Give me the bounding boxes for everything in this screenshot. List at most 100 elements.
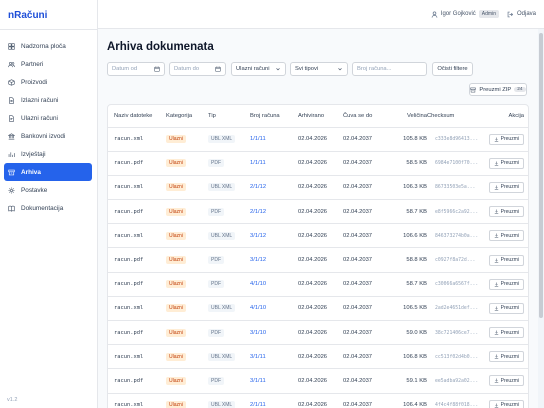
invoice-search-input[interactable]: Broj računa...: [352, 62, 427, 76]
type-cell: PDF: [208, 320, 250, 346]
date-from-input[interactable]: Datum od: [107, 62, 165, 76]
user-menu[interactable]: Igor Gojković Admin: [431, 10, 499, 18]
book-icon: [8, 205, 15, 212]
sidebar-item-izlazni-ra-uni[interactable]: Izlazni računi: [4, 91, 92, 109]
invoice-number-cell[interactable]: 3/1/11: [250, 368, 298, 394]
invoice-number-cell[interactable]: 1/1/11: [250, 151, 298, 176]
download-icon: [494, 233, 498, 238]
download-button[interactable]: Preuzmi: [488, 302, 524, 314]
sidebar-item-izvje-taji[interactable]: Izvještaji: [4, 145, 92, 163]
category-cell: Ulazni: [166, 272, 208, 297]
date-to-input[interactable]: Datum do: [169, 62, 226, 76]
invoice-number-link[interactable]: 1/1/11: [250, 160, 266, 166]
download-button[interactable]: Preuzmi: [488, 133, 524, 145]
sidebar-item-ulazni-ra-uni[interactable]: Ulazni računi: [4, 109, 92, 127]
type-badge: UBL XML: [208, 401, 236, 408]
chevron-down-icon: [276, 68, 280, 71]
checksum-cell: 846373274b0a...: [427, 223, 487, 249]
size-cell: 106.3 KB: [386, 175, 427, 201]
user-icon: [431, 11, 438, 18]
invoice-number-link[interactable]: 1/1/11: [250, 136, 266, 142]
invoice-number-link[interactable]: 3/1/12: [250, 257, 266, 263]
category-badge: Ulazni: [166, 280, 186, 289]
invoice-number-link[interactable]: 2/1/12: [250, 209, 266, 215]
retention-date-cell: 02.04.2037: [343, 175, 386, 201]
invoice-number-link[interactable]: 2/1/11: [250, 402, 266, 408]
invoice-number-link[interactable]: 3/1/11: [250, 378, 266, 384]
download-icon: [494, 137, 498, 142]
invoice-number-link[interactable]: 3/1/12: [250, 233, 266, 239]
checksum: c333e8d96413...: [435, 137, 479, 143]
sidebar-item-dokumentacija[interactable]: Dokumentacija: [4, 199, 92, 217]
action-cell: Preuzmi: [487, 296, 528, 322]
invoice-number-link[interactable]: 3/1/10: [250, 330, 266, 336]
category-badge: Ulazni: [166, 352, 186, 361]
logout-label: Odjava: [516, 11, 536, 17]
invoice-number-cell[interactable]: 2/1/12: [250, 199, 298, 225]
type-badge: PDF: [208, 280, 224, 289]
invoice-number-cell[interactable]: 4/1/10: [250, 272, 298, 297]
sidebar-item-bankovni-izvodi[interactable]: Bankovni izvodi: [4, 127, 92, 145]
download-button[interactable]: Preuzmi: [488, 327, 524, 339]
invoice-number-cell[interactable]: 2/1/12: [250, 175, 298, 201]
checksum: c30066a6567f...: [435, 282, 479, 288]
sidebar-item-nadzorna-plo-a[interactable]: Nadzorna ploča: [4, 37, 92, 55]
category-cell: Ulazni: [166, 175, 208, 201]
download-button[interactable]: Preuzmi: [488, 351, 524, 363]
invoice-number-cell[interactable]: 3/1/12: [250, 247, 298, 273]
category-cell: Ulazni: [166, 393, 208, 408]
invoice-number-cell[interactable]: 2/1/11: [250, 393, 298, 408]
logout-button[interactable]: Odjava: [507, 11, 536, 18]
download-button[interactable]: Preuzmi: [488, 399, 524, 408]
checksum-cell: 2ad2e4651def...: [427, 296, 487, 322]
type-select[interactable]: Svi tipovi: [290, 62, 348, 76]
download-button[interactable]: Preuzmi: [488, 230, 524, 242]
action-cell: Preuzmi: [487, 272, 528, 297]
size-cell: 106.4 KB: [386, 393, 427, 408]
clear-filters-button[interactable]: Očisti filtere: [432, 62, 473, 76]
size-cell: 106.5 KB: [386, 296, 427, 322]
file-name-cell: racun.pdf: [108, 199, 166, 225]
calendar-icon: [154, 66, 160, 72]
table-row: racun.pdf Ulazni PDF 3/1/11 02.04.2026 02.04.…: [108, 368, 528, 394]
type-cell: UBL XML: [208, 344, 250, 370]
invoice-number-cell[interactable]: 3/1/10: [250, 320, 298, 346]
brand-logo[interactable]: nRačuni: [8, 10, 47, 21]
download-button[interactable]: Preuzmi: [488, 254, 524, 266]
download-button[interactable]: Preuzmi: [488, 278, 524, 290]
sidebar-item-postavke[interactable]: Postavke: [4, 181, 92, 199]
file-name-cell: racun.xml: [108, 223, 166, 249]
download-button[interactable]: Preuzmi: [488, 206, 524, 218]
category-cell: Ulazni: [166, 127, 208, 152]
sidebar-item-proizvodi[interactable]: Proizvodi: [4, 73, 92, 91]
invoice-number-link[interactable]: 3/1/11: [250, 354, 266, 360]
category-cell: Ulazni: [166, 368, 208, 394]
file-name: racun.xml: [114, 184, 144, 191]
sidebar-item-arhiva[interactable]: Arhiva: [4, 163, 92, 181]
archived-date-cell: 02.04.2026: [298, 368, 343, 394]
invoice-number-cell[interactable]: 3/1/12: [250, 223, 298, 249]
download-button[interactable]: Preuzmi: [488, 375, 524, 387]
column-header: Tip: [208, 105, 250, 128]
invoice-number-cell[interactable]: 1/1/11: [250, 127, 298, 152]
download-zip-button[interactable]: Preuzmi ZIP 24: [469, 83, 527, 96]
checksum-cell: c333e8d96413...: [427, 127, 487, 152]
action-cell: Preuzmi: [487, 151, 528, 176]
checksum-cell: e8f5966c2a92...: [427, 199, 487, 225]
sidebar-nav: Nadzorna ploča Partneri Proizvodi Izlazni r…: [4, 37, 92, 217]
sidebar-item-partneri[interactable]: Partneri: [4, 55, 92, 73]
invoice-number-link[interactable]: 2/1/12: [250, 184, 266, 190]
retention-date-cell: 02.04.2037: [343, 368, 386, 394]
scrollbar-thumb[interactable]: [539, 33, 543, 318]
download-button[interactable]: Preuzmi: [488, 157, 524, 169]
invoice-number-cell[interactable]: 4/1/10: [250, 296, 298, 322]
column-header: Akcija: [487, 105, 528, 128]
download-icon: [494, 306, 498, 311]
retention-date-cell: 02.04.2037: [343, 127, 386, 152]
invoice-number-link[interactable]: 4/1/10: [250, 305, 266, 311]
checksum: cc513f02d4b0...: [435, 354, 479, 360]
direction-select[interactable]: Ulazni računi: [231, 62, 286, 76]
invoice-number-link[interactable]: 4/1/10: [250, 281, 266, 287]
invoice-number-cell[interactable]: 3/1/11: [250, 344, 298, 370]
download-button[interactable]: Preuzmi: [488, 181, 524, 193]
